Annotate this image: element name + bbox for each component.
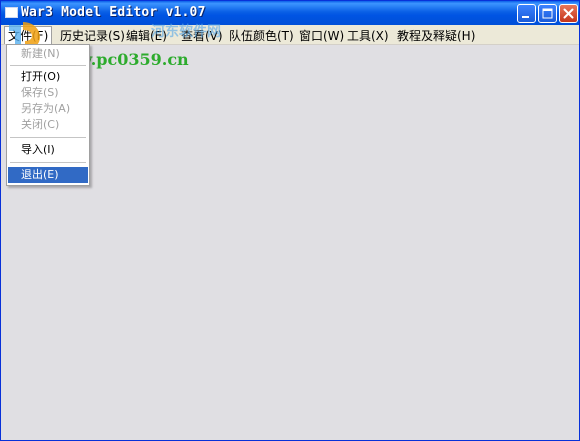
close-button[interactable]: [559, 4, 578, 23]
window-title: War3 Model Editor v1.07: [21, 5, 206, 20]
menu-item-exit[interactable]: 退出(E): [8, 167, 88, 183]
menu-tools[interactable]: 工具(X): [347, 27, 389, 44]
menu-separator: [10, 137, 86, 138]
menu-item-import[interactable]: 导入(I): [8, 142, 88, 158]
minimize-button[interactable]: [517, 4, 536, 23]
menu-history[interactable]: 历史记录(S): [60, 27, 125, 44]
maximize-button[interactable]: [538, 4, 557, 23]
menu-item-new[interactable]: 新建(N): [8, 46, 88, 62]
maximize-icon: [542, 8, 553, 19]
app-window: War3 Model Editor v1.07 文件(F) 历史记录(S) 编辑…: [0, 0, 580, 441]
file-menu-dropdown: 新建(N) 打开(O) 保存(S) 另存为(A) 关闭(C) 导入(I) 退出(…: [6, 44, 90, 186]
close-icon: [563, 8, 574, 19]
title-bar[interactable]: War3 Model Editor v1.07: [1, 1, 579, 25]
menu-team-color[interactable]: 队伍颜色(T): [229, 27, 294, 44]
menu-item-close[interactable]: 关闭(C): [8, 117, 88, 133]
minimize-icon: [522, 16, 529, 18]
menu-separator: [10, 65, 86, 66]
watermark-brand: 河东软件网: [151, 24, 221, 40]
menu-item-open[interactable]: 打开(O): [8, 69, 88, 85]
menu-separator: [10, 162, 86, 163]
menu-item-save[interactable]: 保存(S): [8, 85, 88, 101]
menu-item-save-as[interactable]: 另存为(A): [8, 101, 88, 117]
app-icon: [5, 7, 18, 18]
menu-window[interactable]: 窗口(W): [299, 27, 344, 44]
menu-bar: 文件(F) 历史记录(S) 编辑(E) 查看(V) 队伍颜色(T) 窗口(W) …: [1, 25, 579, 45]
menu-help[interactable]: 教程及释疑(H): [397, 27, 475, 44]
